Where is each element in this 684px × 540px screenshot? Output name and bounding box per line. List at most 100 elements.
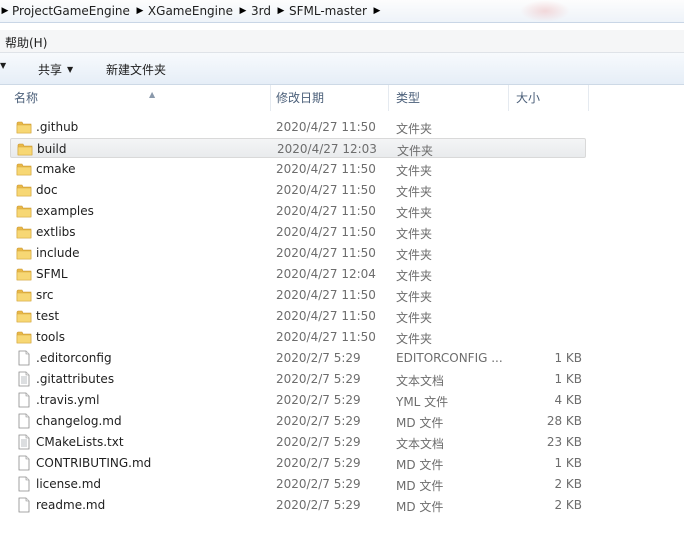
file-name: license.md <box>36 477 102 491</box>
folder-icon <box>16 245 32 261</box>
breadcrumb-label: XGameEngine <box>147 4 233 18</box>
file-type: 文件夹 <box>396 122 433 136</box>
file-date: 2020/4/27 11:50 <box>276 225 376 239</box>
file-type: EDITORCONFIG ... <box>396 351 503 365</box>
file-size: 23 KB <box>546 435 582 449</box>
file-type: YML 文件 <box>396 395 449 409</box>
text-file-icon <box>16 371 32 387</box>
file-icon <box>16 413 32 429</box>
chevron-right-icon[interactable]: ▶ <box>371 6 383 16</box>
file-row[interactable]: changelog.md 2020/2/7 5:29 MD 文件 28 KB <box>10 411 586 431</box>
column-header-size[interactable]: 大小 <box>516 85 589 111</box>
file-size: 2 KB <box>554 498 582 512</box>
file-date: 2020/4/27 11:50 <box>276 204 376 218</box>
file-row[interactable]: .travis.yml 2020/2/7 5:29 YML 文件 4 KB <box>10 390 586 410</box>
file-size: 1 KB <box>554 372 582 386</box>
file-icon <box>16 455 32 471</box>
new-folder-button[interactable]: 新建文件夹 <box>106 61 166 78</box>
file-row[interactable]: .editorconfig 2020/2/7 5:29 EDITORCONFIG .… <box>10 348 586 368</box>
breadcrumb-label: 3rd <box>251 4 271 18</box>
file-name: .editorconfig <box>36 351 112 365</box>
organize-dropdown-icon[interactable]: ▼ <box>0 61 6 70</box>
chevron-right-icon[interactable]: ▶ <box>237 6 249 16</box>
chevron-down-icon: ▼ <box>67 65 74 74</box>
file-size: 2 KB <box>554 477 582 491</box>
file-name: CMakeLists.txt <box>36 435 124 449</box>
file-icon <box>16 476 32 492</box>
file-type: MD 文件 <box>396 416 444 430</box>
file-date: 2020/4/27 12:03 <box>277 142 377 156</box>
breadcrumb-overflow-icon[interactable]: ▶ <box>0 6 10 16</box>
file-row[interactable]: tools 2020/4/27 11:50 文件夹 <box>10 327 586 347</box>
chevron-right-icon[interactable]: ▶ <box>275 6 287 16</box>
file-type: 文件夹 <box>396 269 433 283</box>
file-row[interactable]: CONTRIBUTING.md 2020/2/7 5:29 MD 文件 1 KB <box>10 453 586 473</box>
file-row[interactable]: .github 2020/4/27 11:50 文件夹 <box>10 117 586 137</box>
file-type: 文件夹 <box>396 290 433 304</box>
folder-icon <box>16 287 32 303</box>
file-name: readme.md <box>36 498 106 512</box>
file-date: 2020/4/27 11:50 <box>276 162 376 176</box>
file-type: MD 文件 <box>396 479 444 493</box>
file-row[interactable]: license.md 2020/2/7 5:29 MD 文件 2 KB <box>10 474 586 494</box>
column-headers: 名称 ▲ 修改日期 类型 大小 <box>0 85 684 111</box>
breadcrumb-item[interactable]: XGameEngine ▶ <box>146 0 249 22</box>
file-type: 文件夹 <box>396 185 433 199</box>
file-date: 2020/2/7 5:29 <box>276 393 361 407</box>
file-row[interactable]: cmake 2020/4/27 11:50 文件夹 <box>10 159 586 179</box>
file-name: include <box>36 246 80 260</box>
menu-help[interactable]: 帮助(H) <box>5 34 47 51</box>
file-icon <box>16 392 32 408</box>
breadcrumb-item[interactable]: SFML-master ▶ <box>287 0 383 22</box>
column-header-type-label: 类型 <box>396 91 421 105</box>
column-header-name[interactable]: 名称 ▲ <box>14 85 271 111</box>
file-row[interactable]: extlibs 2020/4/27 11:50 文件夹 <box>10 222 586 242</box>
file-date: 2020/2/7 5:29 <box>276 477 361 491</box>
file-date: 2020/2/7 5:29 <box>276 351 361 365</box>
column-header-type[interactable]: 类型 <box>396 85 509 111</box>
file-name: examples <box>36 204 94 218</box>
breadcrumb-item[interactable]: ProjectGameEngine ▶ <box>10 0 146 22</box>
folder-icon <box>16 203 32 219</box>
folder-icon <box>16 224 32 240</box>
file-row[interactable]: build 2020/4/27 12:03 文件夹 <box>10 138 586 158</box>
folder-icon <box>16 266 32 282</box>
share-label: 共享 <box>38 63 63 77</box>
file-date: 2020/2/7 5:29 <box>276 372 361 386</box>
file-date: 2020/4/27 11:50 <box>276 246 376 260</box>
file-row[interactable]: doc 2020/4/27 11:50 文件夹 <box>10 180 586 200</box>
file-name: SFML <box>36 267 68 281</box>
file-row[interactable]: test 2020/4/27 11:50 文件夹 <box>10 306 586 326</box>
file-date: 2020/4/27 11:50 <box>276 183 376 197</box>
file-date: 2020/2/7 5:29 <box>276 435 361 449</box>
folder-icon <box>16 119 32 135</box>
file-name: src <box>36 288 54 302</box>
file-row[interactable]: include 2020/4/27 11:50 文件夹 <box>10 243 586 263</box>
share-button[interactable]: 共享 ▼ <box>38 61 73 78</box>
file-icon <box>16 497 32 513</box>
file-name: .travis.yml <box>36 393 100 407</box>
column-header-date[interactable]: 修改日期 <box>276 85 389 111</box>
breadcrumb-item[interactable]: 3rd ▶ <box>249 0 287 22</box>
file-row[interactable]: SFML 2020/4/27 12:04 文件夹 <box>10 264 586 284</box>
file-date: 2020/4/27 11:50 <box>276 288 376 302</box>
menu-bar: 帮助(H) <box>0 30 684 53</box>
file-row[interactable]: .gitattributes 2020/2/7 5:29 文本文档 1 KB <box>10 369 586 389</box>
file-icon <box>16 350 32 366</box>
file-date: 2020/2/7 5:29 <box>276 414 361 428</box>
file-type: 文件夹 <box>396 164 433 178</box>
folder-icon <box>17 141 33 157</box>
chevron-right-icon[interactable]: ▶ <box>134 6 146 16</box>
folder-icon <box>16 329 32 345</box>
file-type: 文件夹 <box>396 311 433 325</box>
file-name: test <box>36 309 60 323</box>
file-row[interactable]: src 2020/4/27 11:50 文件夹 <box>10 285 586 305</box>
folder-icon <box>16 308 32 324</box>
address-bar[interactable]: ▶ ProjectGameEngine ▶ XGameEngine ▶ 3rd … <box>0 0 684 23</box>
file-name: .github <box>36 120 79 134</box>
file-type: 文件夹 <box>396 332 433 346</box>
file-row[interactable]: CMakeLists.txt 2020/2/7 5:29 文本文档 23 KB <box>10 432 586 452</box>
file-row[interactable]: examples 2020/4/27 11:50 文件夹 <box>10 201 586 221</box>
file-date: 2020/4/27 12:04 <box>276 267 376 281</box>
file-row[interactable]: readme.md 2020/2/7 5:29 MD 文件 2 KB <box>10 495 586 515</box>
